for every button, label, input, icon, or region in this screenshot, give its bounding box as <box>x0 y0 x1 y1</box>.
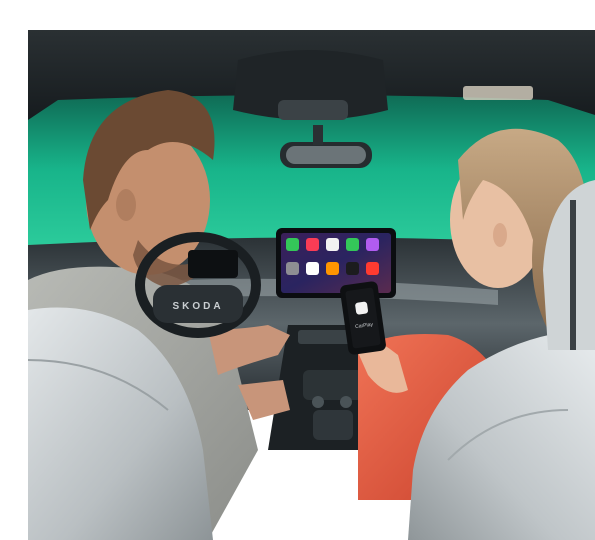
podcasts-app-icon[interactable] <box>366 238 379 251</box>
phone-app-icon[interactable] <box>286 238 299 251</box>
calendar-app-icon[interactable] <box>306 262 319 275</box>
music-app-icon[interactable] <box>306 238 319 251</box>
maps-app-icon[interactable] <box>326 238 339 251</box>
books-app-icon[interactable] <box>326 262 339 275</box>
car-interior-photo: SKODA CarPlay <box>28 30 595 540</box>
news-app-icon[interactable] <box>366 262 379 275</box>
steering-wheel-badge: SKODA <box>172 301 223 312</box>
settings-app-icon[interactable] <box>286 262 299 275</box>
carplay-icon <box>355 301 368 315</box>
messages-app-icon[interactable] <box>346 238 359 251</box>
clock-app-icon[interactable] <box>346 262 359 275</box>
